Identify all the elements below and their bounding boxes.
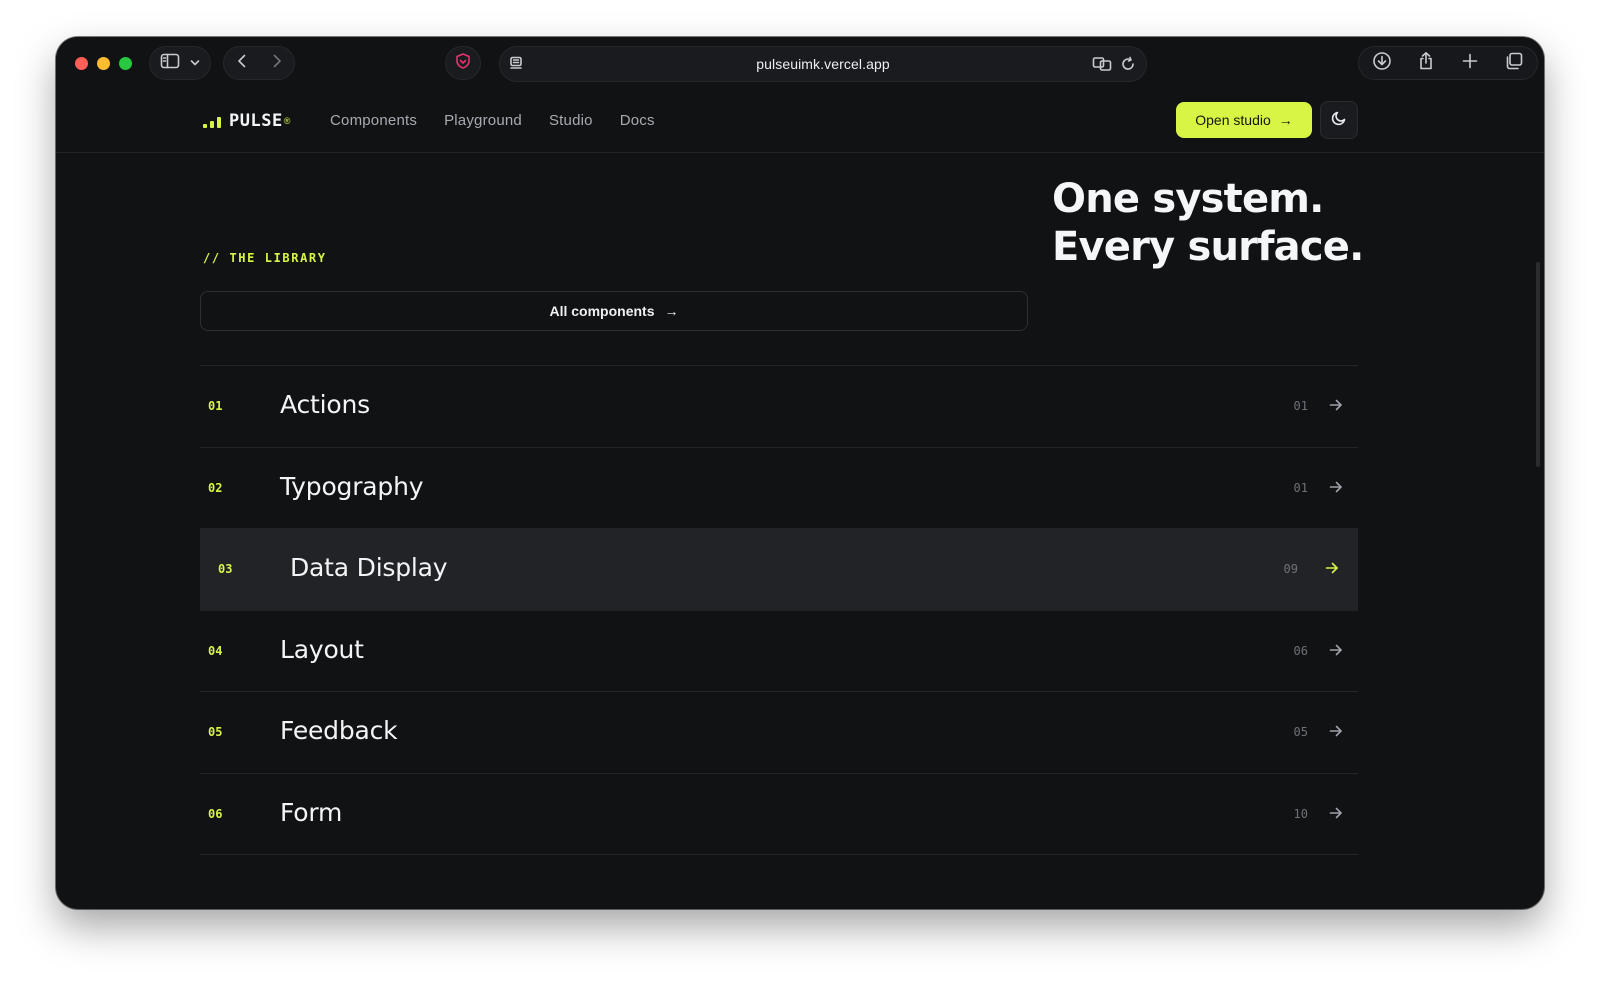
category-row-typography[interactable]: 02 Typography 01 [200,448,1358,529]
chevron-down-icon [190,54,200,72]
category-name: Layout [280,634,364,664]
close-window-button[interactable] [75,57,88,70]
category-list: 01 Actions 01 02 Typography 01 03 Data D… [200,365,1358,855]
category-name: Data Display [290,553,448,582]
all-components-label: All components [549,303,655,319]
browser-window: pulseuimk.vercel.app PULSE ® Components … [56,37,1544,909]
category-count: 09 [1283,562,1298,576]
category-name: Feedback [280,716,398,745]
headline-line-2: Every surface. [1052,224,1364,270]
category-name: Form [280,797,343,827]
extension-button[interactable] [445,46,481,80]
nav-link-studio[interactable]: Studio [549,112,593,129]
primary-nav: Components Playground Studio Docs [330,112,655,129]
headline-line-1: One system. [1052,176,1324,222]
arrow-right-icon [1328,723,1344,744]
category-row-feedback[interactable]: 05 Feedback 05 [200,692,1358,774]
category-number: 01 [208,399,223,413]
section-eyebrow: // THE LIBRARY [203,251,327,265]
category-row-form[interactable]: 06 Form 10 [200,774,1358,855]
url-text: pulseuimk.vercel.app [756,56,890,72]
history-nav [223,46,295,80]
site-header: PULSE ® Components Playground Studio Doc… [56,89,1544,153]
arrow-right-icon [1328,805,1344,826]
category-count: 01 [1293,480,1308,495]
nav-link-components[interactable]: Components [330,112,417,129]
pulse-logo[interactable]: PULSE ® [203,111,290,131]
arrow-right-icon: → [1278,112,1293,128]
nav-link-playground[interactable]: Playground [444,112,522,129]
logo-mark-icon [203,114,221,128]
nav-link-docs[interactable]: Docs [620,112,655,129]
all-components-button[interactable]: All components → [200,291,1028,331]
arrow-right-icon [1324,560,1340,581]
category-row-data-display[interactable]: 03 Data Display 09 [200,529,1358,611]
open-studio-label: Open studio [1195,112,1271,128]
logo-text: PULSE [229,111,283,131]
share-icon[interactable] [1417,51,1435,76]
maximize-window-button[interactable] [119,57,132,70]
sidebar-toggle-button[interactable] [149,46,211,80]
logo-registered-mark: ® [283,116,291,126]
open-studio-button[interactable]: Open studio → [1176,102,1312,138]
category-number: 03 [218,562,233,576]
toolbar-actions [1358,46,1538,80]
category-number: 05 [208,725,223,739]
translate-icon[interactable] [1092,56,1112,72]
category-number: 02 [208,480,223,495]
moon-icon [1331,110,1347,131]
category-count: 01 [1293,399,1308,413]
sidebar-icon [160,53,180,74]
forward-icon[interactable] [271,53,283,74]
category-name: Actions [280,390,370,419]
category-name: Typography [280,471,424,501]
theme-toggle-button[interactable] [1320,101,1358,139]
plus-icon[interactable] [1461,52,1479,75]
category-row-actions[interactable]: 01 Actions 01 [200,366,1358,448]
shield-icon [454,52,472,75]
browser-toolbar: pulseuimk.vercel.app [56,37,1544,89]
category-count: 10 [1293,806,1308,821]
category-count: 06 [1293,643,1308,658]
download-icon[interactable] [1372,51,1392,76]
arrow-right-icon: → [664,303,679,319]
reload-icon[interactable] [1120,56,1136,72]
arrow-right-icon [1328,642,1344,663]
tabs-icon[interactable] [1504,51,1524,76]
category-number: 04 [208,643,223,658]
category-row-layout[interactable]: 04 Layout 06 [200,611,1358,692]
category-number: 06 [208,806,223,821]
arrow-right-icon [1328,479,1344,500]
page-scrollbar[interactable] [1536,262,1540,467]
address-bar[interactable]: pulseuimk.vercel.app [499,46,1147,82]
hero-headline: One system. Every surface. [1052,175,1372,271]
arrow-right-icon [1328,397,1344,418]
minimize-window-button[interactable] [97,57,110,70]
back-icon[interactable] [236,53,248,74]
category-count: 05 [1293,725,1308,739]
